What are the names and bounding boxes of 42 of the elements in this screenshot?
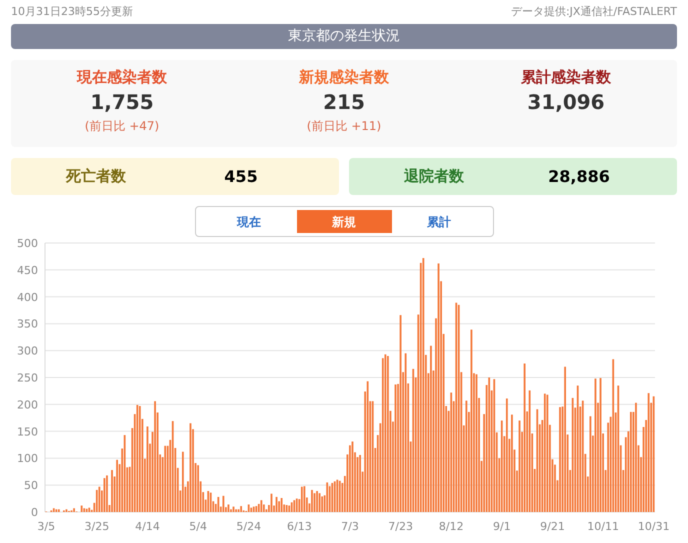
axis-label: 9/1 [493,520,511,533]
axis-label: 4/14 [135,520,160,533]
section-title: 東京都の発生状況 [11,24,677,49]
axis-label: 250 [17,372,38,384]
outcome-label: 退院者数 [403,166,465,188]
axis-label: 100 [17,452,38,466]
axis-label: 6/13 [287,520,312,533]
stat-label: 新規感染者数 [299,67,389,88]
axis-label: 200 [17,398,38,412]
outcome-value: 455 [223,166,259,188]
axis-label: 500 [17,237,38,250]
stat-change: (前日比 +47) [84,118,160,135]
outcome-label: 死亡者数 [64,166,127,188]
stat-value: 31,096 [527,89,605,116]
update-time: 10月31日23時55分更新 [11,4,133,20]
axis-label: 7/3 [341,520,359,533]
toggle-tab[interactable]: 累計 [392,210,486,233]
axis-label: 450 [17,264,38,277]
axis-label: 3/5 [37,520,56,533]
axis-label: 10/11 [587,520,619,533]
axis-label: 9/21 [540,520,565,533]
stat-change: (前日比 +11) [306,118,382,135]
axis-label: 0 [31,506,38,519]
toggle-tab[interactable]: 現在 [202,210,296,233]
stat-label: 現在感染者数 [77,67,167,88]
stat-label: 累計感染者数 [521,67,611,88]
axis-label: 3/25 [84,520,110,533]
axis-label: 400 [17,290,38,304]
outcome-value: 28,886 [547,166,611,188]
axis-label: 150 [17,425,38,438]
data-source: データ提供:JX通信社/FASTALERT [510,4,677,20]
axis-label: 5/4 [189,520,207,533]
toggle-tab[interactable]: 新規 [296,210,392,233]
axis-label: 8/12 [438,520,464,533]
axis-label: 50 [24,479,38,492]
stat-value: 1,755 [90,89,154,116]
axis-label: 10/31 [638,520,670,533]
axis-label: 5/24 [236,520,262,533]
axis-label: 7/23 [388,520,413,533]
stat-value: 215 [323,89,365,116]
axis-label: 350 [17,318,38,331]
axis-label: 300 [17,344,38,358]
